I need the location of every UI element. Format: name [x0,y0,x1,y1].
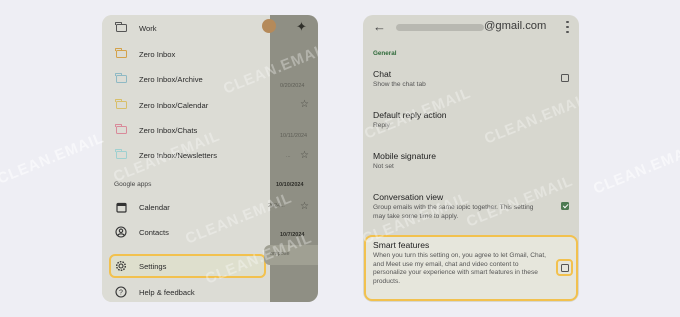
watermark: CLEAN.EMAIL [0,129,107,188]
setting-subtitle: Not set [373,163,394,170]
folder-label: Zero Inbox/Calendar [139,100,209,110]
navigation-drawer: Work Zero Inbox Zero Inbox/Archive Zero … [102,15,270,302]
folder-label: Zero Inbox/Chats [139,125,198,135]
conversation-view-checkbox[interactable] [561,202,569,210]
contacts-icon [114,225,128,239]
star-icon: ☆ [300,201,309,212]
email-date: 10/11/2024 [280,133,308,139]
folder-icon [114,98,128,112]
setting-title: Smart features [373,240,430,250]
svg-text:?: ? [119,290,123,297]
contacts-label: Contacts [139,227,169,237]
folder-icon [114,72,128,86]
calendar-app-item[interactable]: Calendar [102,194,270,220]
setting-title: Default reply action [373,110,447,120]
navigation-drawer-screen: Work Zero Inbox Zero Inbox/Archive Zero … [102,15,318,302]
email-date: 10/7/2024 [280,232,305,238]
folder-item-work[interactable]: Work [102,15,270,41]
folder-item-zero-inbox-calendar[interactable]: Zero Inbox/Calendar [102,92,270,118]
contacts-app-item[interactable]: Contacts [102,219,270,245]
account-email-domain: @gmail.com [484,20,547,32]
folder-icon [114,47,128,61]
more-options-icon[interactable] [566,21,569,33]
setting-subtitle: Reply [373,122,390,129]
settings-item[interactable]: Settings [102,253,270,279]
settings-label: Settings [139,261,167,271]
star-icon: ☆ [300,150,309,161]
folder-item-zero-inbox-archive[interactable]: Zero Inbox/Archive [102,66,270,92]
help-feedback-item[interactable]: ? Help & feedback [102,279,270,302]
email-date: 10/10/2024 [276,182,304,188]
folder-label: Zero Inbox [139,49,176,59]
gmail-settings-screen: ← @gmail.com General Chat Show the chat … [363,15,579,302]
folder-label: Zero Inbox/Archive [139,74,203,84]
avatar [262,19,276,33]
setting-title: Chat [373,69,392,79]
email-snippet: ... [286,153,291,159]
folder-label: Zero Inbox/Newsletters [139,150,218,160]
folder-icon [114,21,128,35]
folder-icon [114,123,128,137]
help-feedback-label: Help & feedback [139,287,195,297]
folder-label: Work [139,23,157,33]
google-apps-heading: Google apps [114,181,152,188]
back-arrow-icon[interactable]: ← [373,19,386,34]
folder-icon [114,148,128,162]
general-section-heading: General [373,50,397,57]
gear-icon [114,259,128,273]
email-date: 0/20/2024 [280,83,305,89]
star-icon: ☆ [300,99,309,110]
calendar-label: Calendar [139,202,170,212]
redacted-email-username [396,24,484,31]
watermark: CLEAN.EMAIL [481,89,579,148]
folder-item-zero-inbox[interactable]: Zero Inbox [102,41,270,67]
compose-button[interactable]: ompose [264,245,318,265]
folder-item-zero-inbox-chats[interactable]: Zero Inbox/Chats [102,117,270,143]
watermark: CLEAN.EMAIL [590,139,680,198]
setting-subtitle: When you turn this setting on, you agree… [373,252,546,285]
setting-subtitle: Show the chat tab [373,81,426,88]
calendar-icon [114,200,128,214]
folder-item-zero-inbox-newsletters[interactable]: Zero Inbox/Newsletters [102,142,270,168]
setting-subtitle: Group emails with the same topic togethe… [373,204,534,220]
setting-title: Conversation view [373,192,444,202]
setting-title: Mobile signature [373,151,437,161]
help-icon: ? [114,285,128,299]
sparkle-icon: ✦ [296,19,307,34]
dimmed-inbox-background[interactable]: ✦ 0/20/2024 ☆ 10/11/2024 ... ☆ 10/10/202… [262,15,318,302]
compose-label: ompose [270,251,290,257]
email-snippet: 2024... [268,203,285,209]
smart-features-checkbox[interactable] [560,263,569,272]
watermark: CLEAN.EMAIL [463,172,576,231]
chat-checkbox[interactable] [561,74,569,82]
